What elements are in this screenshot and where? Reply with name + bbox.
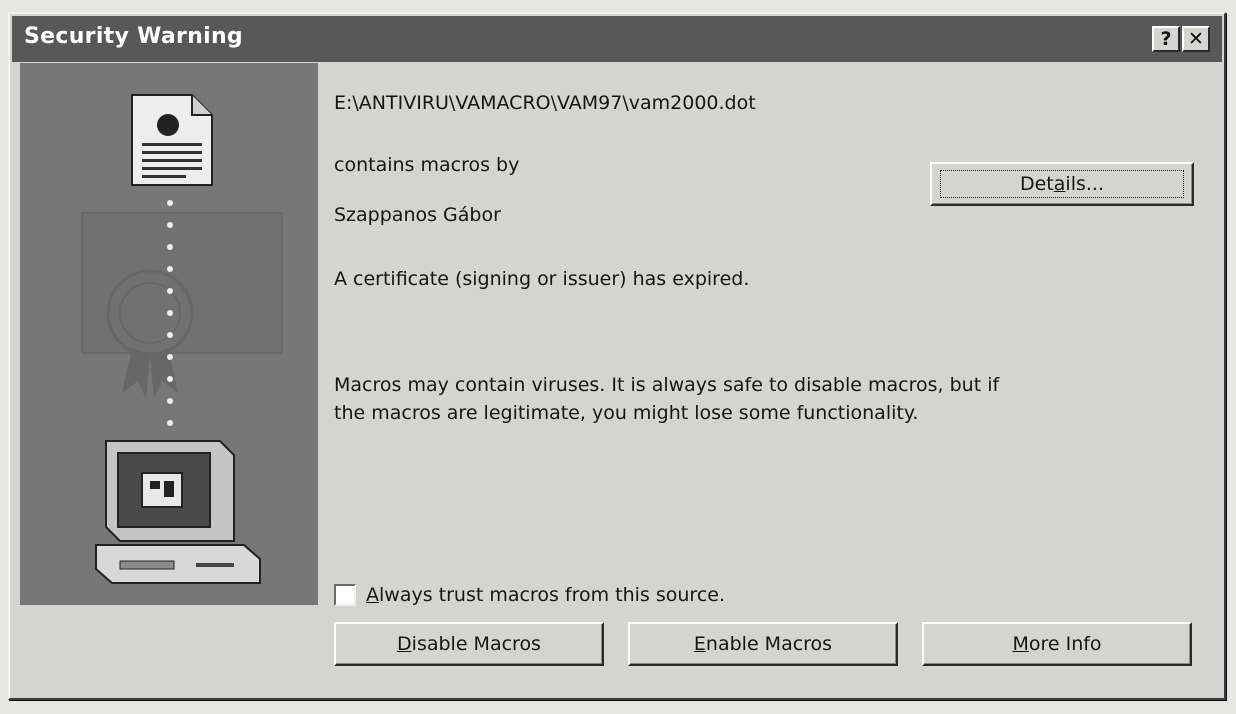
contains-macros-label: contains macros by: [334, 154, 520, 176]
title-bar[interactable]: Security Warning ? ✕: [12, 16, 1222, 62]
details-button[interactable]: Details...: [930, 162, 1194, 206]
side-illustration: [20, 63, 318, 605]
window-title: Security Warning: [24, 24, 243, 49]
illustration-svg: [81, 94, 283, 584]
certificate-status: A certificate (signing or issuer) has ex…: [334, 268, 750, 290]
label-part: ore Info: [1028, 633, 1102, 655]
label-part: isable Macros: [411, 633, 541, 655]
always-trust-checkbox[interactable]: [334, 584, 356, 606]
label-part: lways trust macros from this source.: [379, 584, 725, 606]
publisher-name: Szappanos Gábor: [334, 204, 501, 226]
label-part: nable Macros: [705, 633, 833, 655]
certificate-icon: [81, 212, 283, 399]
file-path: E:\ANTIVIRU\VAMACRO\VAM97\vam2000.dot: [334, 92, 756, 114]
close-button[interactable]: ✕: [1182, 26, 1210, 52]
accelerator-key: A: [366, 584, 379, 606]
accelerator-key: E: [693, 633, 706, 655]
always-trust-label[interactable]: Always trust macros from this source.: [366, 584, 725, 606]
computer-icon: [95, 440, 261, 584]
macro-warning-line-1: Macros may contain viruses. It is always…: [334, 374, 1000, 396]
accelerator-key: M: [1012, 633, 1029, 655]
more-info-button[interactable]: More Info: [922, 622, 1192, 666]
disable-macros-button[interactable]: Disable Macros: [334, 622, 604, 666]
help-button[interactable]: ?: [1152, 26, 1180, 52]
document-icon: [131, 94, 213, 186]
macro-warning-line-2: the macros are legitimate, you might los…: [334, 402, 919, 424]
accelerator-key: D: [397, 633, 412, 655]
enable-macros-button[interactable]: Enable Macros: [628, 622, 898, 666]
focus-rectangle: [940, 170, 1184, 198]
